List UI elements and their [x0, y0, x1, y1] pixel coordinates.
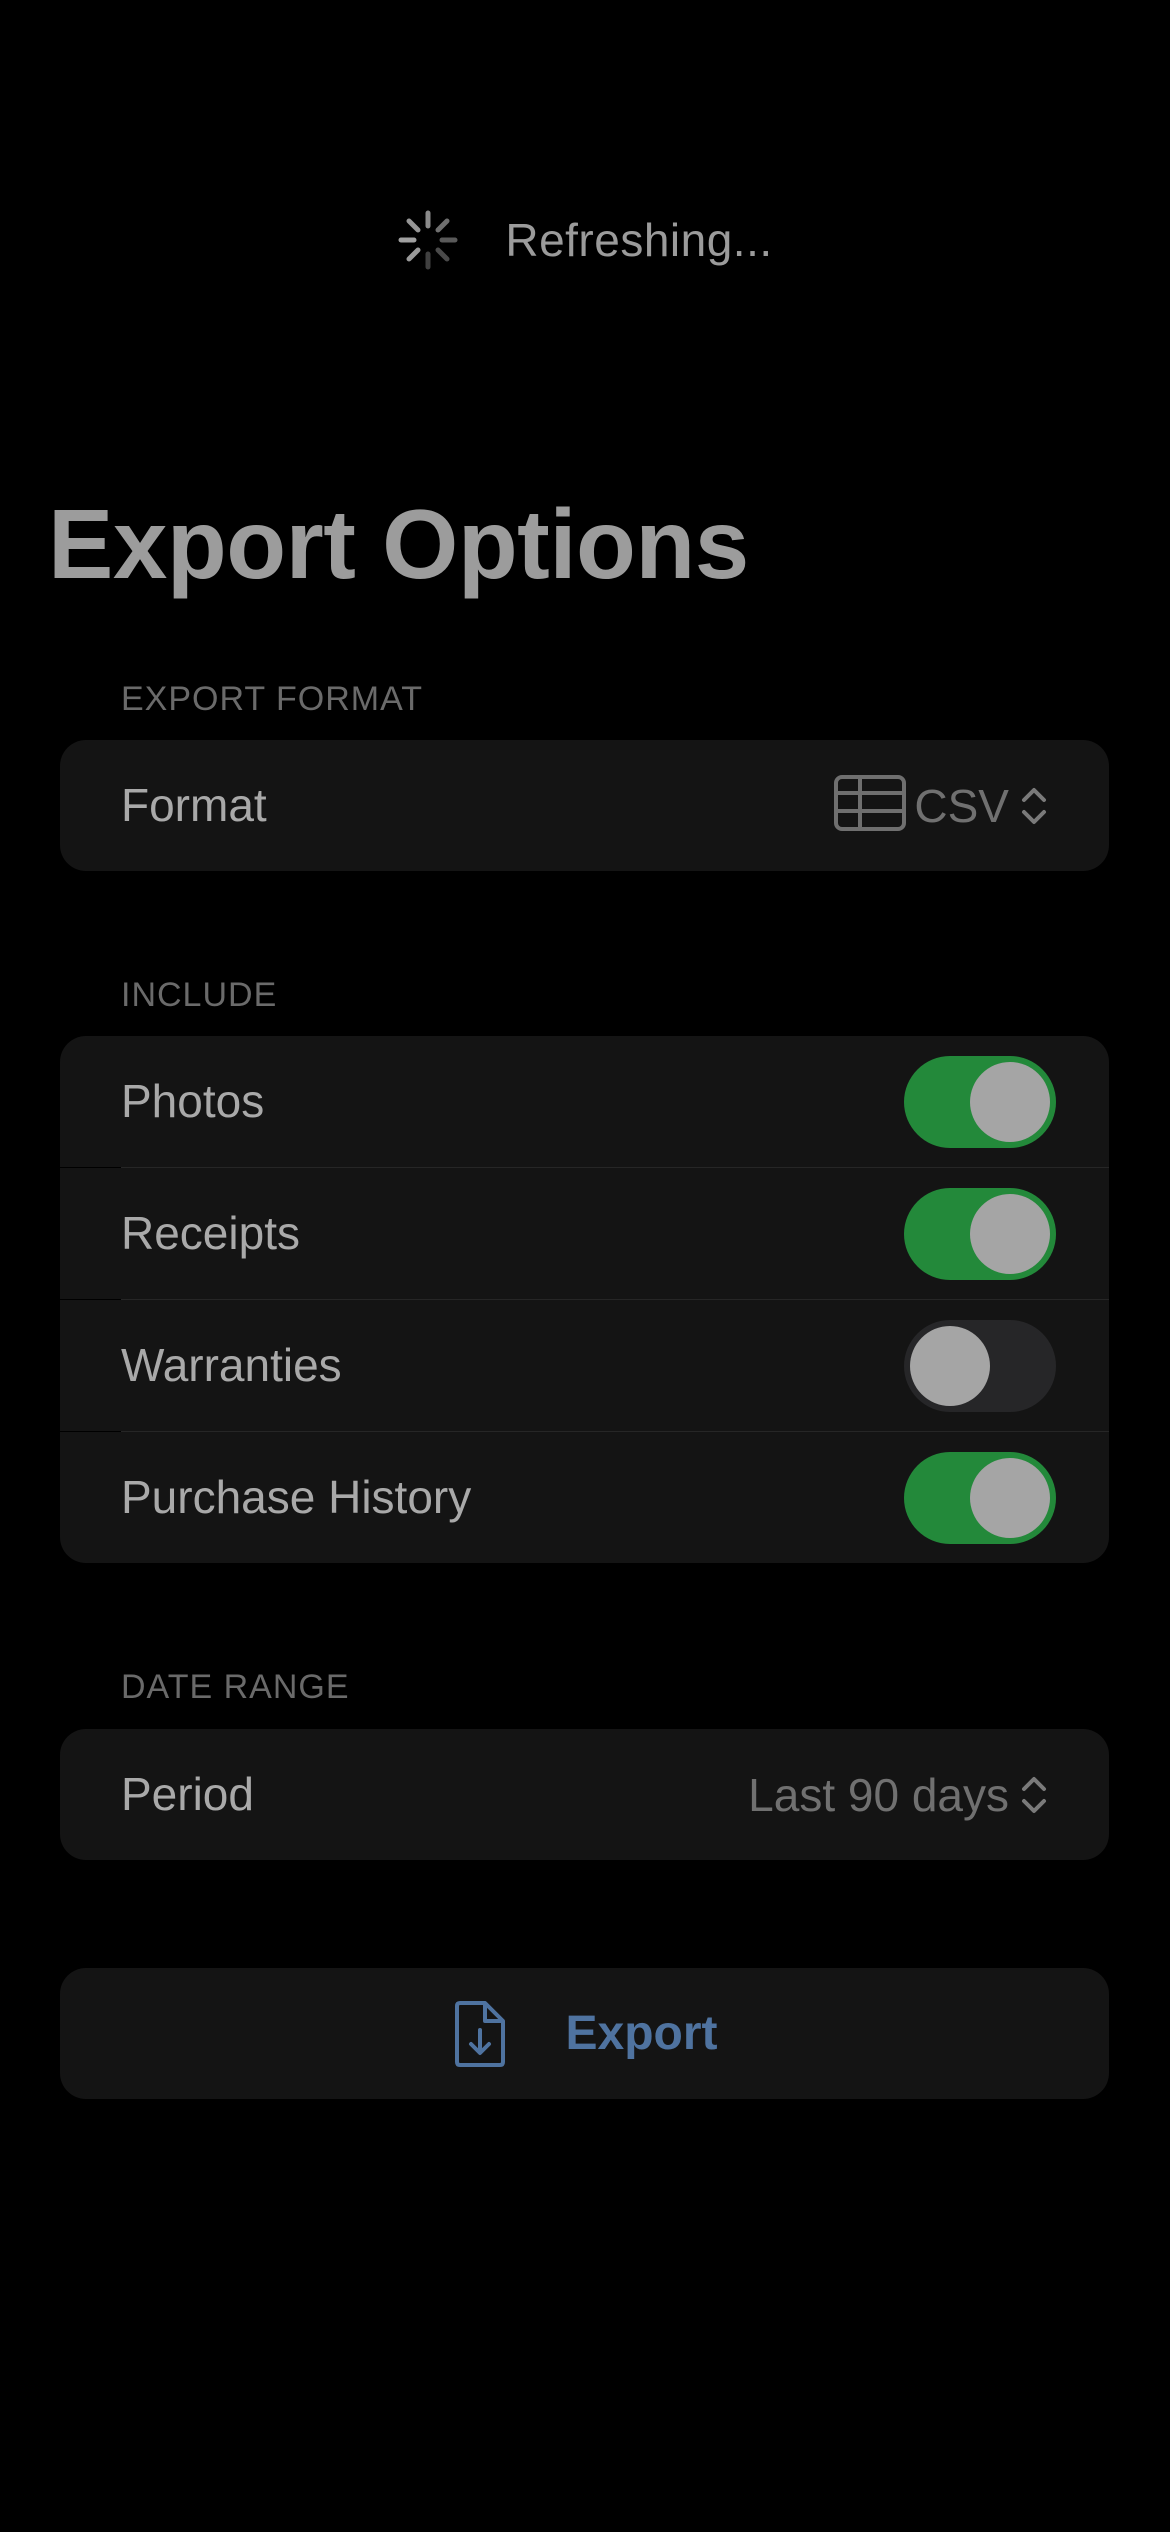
activity-spinner-icon	[397, 209, 459, 271]
format-value: CSV	[914, 779, 1009, 832]
period-value: Last 90 days	[748, 1768, 1009, 1821]
receipts-toggle[interactable]	[904, 1188, 1056, 1280]
toggle-knob	[970, 1458, 1050, 1538]
period-picker[interactable]: Last 90 days	[748, 1729, 1051, 1860]
format-row[interactable]: Format CSV	[60, 740, 1109, 871]
include-row-warranties: Warranties	[60, 1300, 1109, 1431]
toggle-knob	[970, 1062, 1050, 1142]
export-button[interactable]: Export	[60, 1968, 1109, 2099]
period-row[interactable]: Period Last 90 days	[60, 1729, 1109, 1860]
toggle-knob	[910, 1326, 990, 1406]
include-row-receipts: Receipts	[60, 1168, 1109, 1299]
export-label: Export	[565, 2007, 718, 2060]
period-label: Period	[121, 1768, 254, 1820]
page-title: Export Options	[48, 489, 749, 599]
table-icon	[834, 775, 907, 836]
include-label: Receipts	[121, 1207, 300, 1259]
format-label: Format	[121, 779, 267, 831]
include-label: Warranties	[121, 1339, 342, 1391]
section-header-date-range: DATE RANGE	[121, 1668, 350, 1706]
include-label: Photos	[121, 1075, 265, 1127]
refresh-indicator: Refreshing...	[0, 200, 1170, 280]
include-row-purchase-history: Purchase History	[60, 1432, 1109, 1563]
format-picker[interactable]: CSV	[834, 740, 1051, 871]
toggle-knob	[970, 1194, 1050, 1274]
include-label: Purchase History	[121, 1471, 472, 1523]
photos-toggle[interactable]	[904, 1056, 1056, 1148]
purchase-history-toggle[interactable]	[904, 1452, 1056, 1544]
section-header-include: INCLUDE	[121, 976, 278, 1014]
chevron-up-down-icon	[1017, 784, 1051, 828]
include-row-photos: Photos	[60, 1036, 1109, 1167]
section-header-export-format: EXPORT FORMAT	[121, 680, 424, 718]
chevron-up-down-icon	[1017, 1773, 1051, 1817]
refresh-label: Refreshing...	[505, 214, 773, 266]
document-download-icon	[451, 2000, 507, 2068]
warranties-toggle[interactable]	[904, 1320, 1056, 1412]
